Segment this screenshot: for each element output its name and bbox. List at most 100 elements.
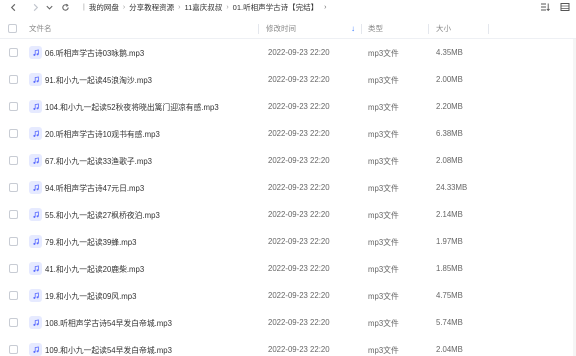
forward-arrow-icon[interactable] bbox=[28, 0, 42, 14]
refresh-icon[interactable] bbox=[58, 0, 72, 14]
file-type: mp3文件 bbox=[368, 184, 399, 193]
file-name[interactable]: 55.和小九一起读27枫桥夜泊.mp3 bbox=[45, 210, 160, 221]
row-checkbox[interactable] bbox=[9, 264, 18, 273]
file-row[interactable]: 20.听相声学古诗10观书有感.mp3 2022-09-23 22:20 mp3文件… bbox=[0, 120, 576, 147]
file-type: mp3文件 bbox=[368, 265, 399, 274]
file-row[interactable]: 109.和小九一起读54早发白帝城.mp3 2022-09-23 22:20 mp3… bbox=[0, 336, 576, 356]
audio-file-icon bbox=[29, 127, 42, 140]
row-checkbox[interactable] bbox=[9, 318, 18, 327]
view-mode-icon[interactable] bbox=[560, 2, 570, 12]
row-checkbox[interactable] bbox=[9, 183, 18, 192]
audio-file-icon bbox=[29, 316, 42, 329]
audio-file-icon bbox=[29, 235, 42, 248]
file-size: 2.08MB bbox=[436, 156, 463, 165]
file-size: 6.38MB bbox=[436, 129, 463, 138]
file-name[interactable]: 20.听相声学古诗10观书有感.mp3 bbox=[45, 129, 160, 140]
breadcrumb-item-root[interactable]: 我的网盘 bbox=[89, 2, 119, 13]
audio-file-icon bbox=[29, 46, 42, 59]
row-checkbox[interactable] bbox=[9, 237, 18, 246]
back-arrow-icon[interactable] bbox=[6, 0, 20, 14]
file-modified-date: 2022-09-23 22:20 bbox=[268, 183, 330, 192]
file-modified-date: 2022-09-23 22:20 bbox=[268, 318, 330, 327]
file-type: mp3文件 bbox=[368, 76, 399, 85]
audio-file-icon bbox=[29, 100, 42, 113]
file-name[interactable]: 109.和小九一起读54早发白帝城.mp3 bbox=[45, 345, 172, 356]
file-name[interactable]: 19.和小九一起读09风.mp3 bbox=[45, 291, 136, 302]
row-checkbox[interactable] bbox=[9, 210, 18, 219]
file-modified-date: 2022-09-23 22:20 bbox=[268, 156, 330, 165]
row-checkbox[interactable] bbox=[9, 48, 18, 57]
toolbar-right bbox=[540, 0, 570, 14]
file-name[interactable]: 41.和小九一起读20鹿柴.mp3 bbox=[45, 264, 144, 275]
column-header-date[interactable]: 修改时间 bbox=[266, 23, 296, 34]
audio-file-icon bbox=[29, 343, 42, 356]
file-row[interactable]: 19.和小九一起读09风.mp3 2022-09-23 22:20 mp3文件 4.7… bbox=[0, 282, 576, 309]
breadcrumb: | 我的网盘 › 分享教程资源 › 11嘉庆叔叔 › 01.听相声学古诗【完结】… bbox=[79, 0, 326, 14]
column-header-size[interactable]: 大小 bbox=[436, 23, 451, 34]
file-row[interactable]: 108.听相声学古诗54早发白帝城.mp3 2022-09-23 22:20 mp3… bbox=[0, 309, 576, 336]
file-type: mp3文件 bbox=[368, 49, 399, 58]
file-size: 2.00MB bbox=[436, 75, 463, 84]
file-row[interactable]: 55.和小九一起读27枫桥夜泊.mp3 2022-09-23 22:20 mp3文件… bbox=[0, 201, 576, 228]
column-divider[interactable] bbox=[488, 24, 489, 34]
column-divider[interactable] bbox=[428, 24, 429, 34]
breadcrumb-item-folder[interactable]: 11嘉庆叔叔 bbox=[185, 2, 223, 13]
file-modified-date: 2022-09-23 22:20 bbox=[268, 237, 330, 246]
file-size: 1.97MB bbox=[436, 237, 463, 246]
file-modified-date: 2022-09-23 22:20 bbox=[268, 264, 330, 273]
file-row[interactable]: 94.听相声学古诗47元日.mp3 2022-09-23 22:20 mp3文件 24… bbox=[0, 174, 576, 201]
file-row[interactable]: 104.和小九一起读52秋夜将晓出篱门迎凉有感.mp3 2022-09-23 22… bbox=[0, 93, 576, 120]
audio-file-icon bbox=[29, 208, 42, 221]
select-all-checkbox[interactable] bbox=[7, 24, 17, 33]
breadcrumb-chevron-icon: › bbox=[122, 3, 126, 11]
audio-file-icon bbox=[29, 262, 42, 275]
row-checkbox[interactable] bbox=[9, 156, 18, 165]
file-size: 1.85MB bbox=[436, 264, 463, 273]
column-header-type[interactable]: 类型 bbox=[368, 23, 383, 34]
breadcrumb-item-current[interactable]: 01.听相声学古诗【完结】 bbox=[233, 2, 318, 13]
file-row[interactable]: 91.和小九一起读45浪淘沙.mp3 2022-09-23 22:20 mp3文件 2… bbox=[0, 66, 576, 93]
file-row[interactable]: 06.听相声学古诗03咏鹅.mp3 2022-09-23 22:20 mp3文件 4.… bbox=[0, 39, 576, 66]
sort-list-icon[interactable] bbox=[540, 2, 550, 12]
file-type: mp3文件 bbox=[368, 319, 399, 328]
file-modified-date: 2022-09-23 22:20 bbox=[268, 75, 330, 84]
row-checkbox[interactable] bbox=[9, 129, 18, 138]
file-size: 24.33MB bbox=[436, 183, 468, 192]
audio-file-icon bbox=[29, 181, 42, 194]
column-header-name[interactable]: 文件名 bbox=[29, 23, 52, 34]
breadcrumb-item-share[interactable]: 分享教程资源 bbox=[129, 2, 174, 13]
file-size: 2.14MB bbox=[436, 210, 463, 219]
file-type: mp3文件 bbox=[368, 157, 399, 166]
file-list: 06.听相声学古诗03咏鹅.mp3 2022-09-23 22:20 mp3文件 4.… bbox=[0, 39, 576, 356]
row-checkbox[interactable] bbox=[9, 291, 18, 300]
row-checkbox[interactable] bbox=[9, 345, 18, 354]
file-modified-date: 2022-09-23 22:20 bbox=[268, 345, 330, 354]
select-all-cell bbox=[0, 24, 24, 33]
row-checkbox[interactable] bbox=[9, 75, 18, 84]
file-name[interactable]: 06.听相声学古诗03咏鹅.mp3 bbox=[45, 48, 144, 59]
file-row[interactable]: 79.和小九一起读39蜂.mp3 2022-09-23 22:20 mp3文件 1.9… bbox=[0, 228, 576, 255]
history-dropdown-icon[interactable] bbox=[44, 0, 54, 14]
file-name[interactable]: 104.和小九一起读52秋夜将晓出篱门迎凉有感.mp3 bbox=[45, 102, 219, 113]
file-size: 4.75MB bbox=[436, 291, 463, 300]
sort-descending-icon[interactable]: ↓ bbox=[351, 24, 355, 33]
file-name[interactable]: 79.和小九一起读39蜂.mp3 bbox=[45, 237, 136, 248]
file-name[interactable]: 91.和小九一起读45浪淘沙.mp3 bbox=[45, 75, 152, 86]
breadcrumb-chevron-icon: › bbox=[226, 3, 229, 11]
file-row[interactable]: 41.和小九一起读20鹿柴.mp3 2022-09-23 22:20 mp3文件 1.… bbox=[0, 255, 576, 282]
row-checkbox[interactable] bbox=[9, 102, 18, 111]
audio-file-icon bbox=[29, 73, 42, 86]
audio-file-icon bbox=[29, 154, 42, 167]
file-name[interactable]: 94.听相声学古诗47元日.mp3 bbox=[45, 183, 144, 194]
column-divider[interactable] bbox=[361, 24, 362, 34]
breadcrumb-chevron-icon: › bbox=[178, 3, 181, 11]
column-divider[interactable] bbox=[258, 24, 259, 34]
breadcrumb-more-icon[interactable]: › bbox=[324, 4, 326, 11]
file-size: 5.74MB bbox=[436, 318, 463, 327]
file-row[interactable]: 67.和小九一起读33渔歌子.mp3 2022-09-23 22:20 mp3文件 2… bbox=[0, 147, 576, 174]
file-modified-date: 2022-09-23 22:20 bbox=[268, 48, 330, 57]
file-modified-date: 2022-09-23 22:20 bbox=[268, 291, 330, 300]
file-name[interactable]: 108.听相声学古诗54早发白帝城.mp3 bbox=[45, 318, 172, 329]
file-size: 2.04MB bbox=[436, 345, 463, 354]
file-name[interactable]: 67.和小九一起读33渔歌子.mp3 bbox=[45, 156, 152, 167]
